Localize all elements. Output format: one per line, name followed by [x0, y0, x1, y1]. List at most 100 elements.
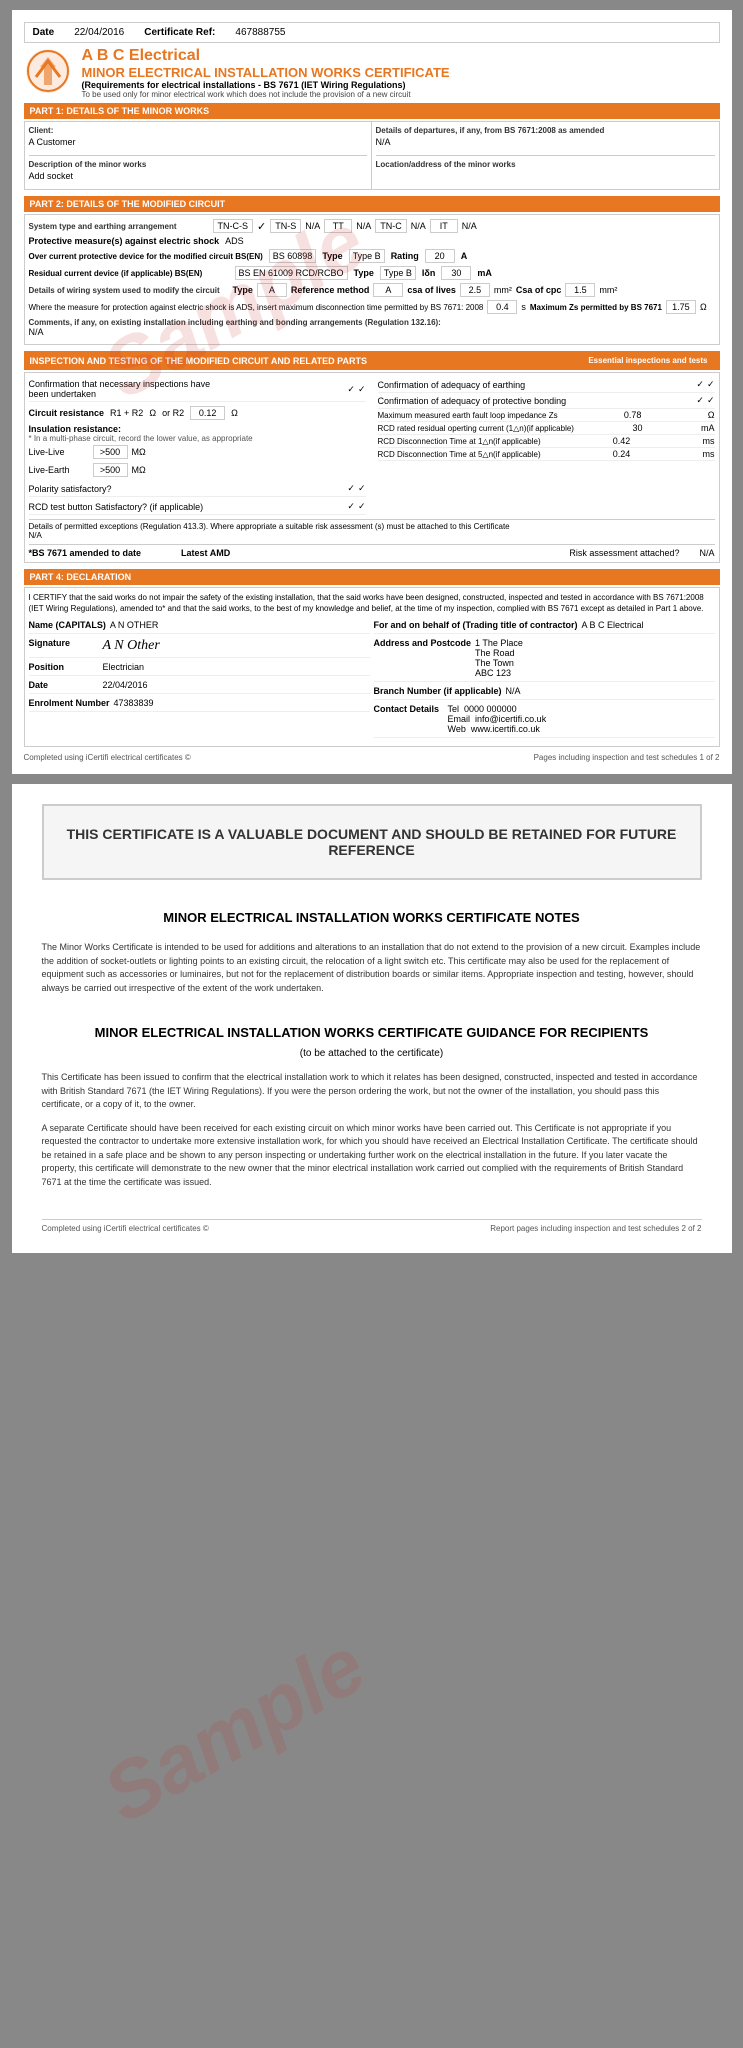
- rcd-time2-value: 0.24: [613, 449, 631, 459]
- confirmed-v2: ✓: [358, 384, 366, 395]
- bs7671-label: *BS 7671 amended to date: [29, 548, 142, 558]
- wiring-ref-val: A: [373, 283, 403, 297]
- inspection-grid: Confirmation that necessary inspections …: [29, 377, 715, 515]
- overcurrent-ref: BS 60898: [269, 249, 317, 263]
- max-earth-unit: Ω: [708, 410, 715, 420]
- protective-label: Protective measure(s) against electric s…: [29, 236, 220, 246]
- wiring-row: Details of wiring system used to modify …: [29, 283, 715, 297]
- tel-label: Tel: [448, 704, 460, 714]
- max-earth-row: Maximum measured earth fault loop impeda…: [378, 409, 715, 422]
- rcd-row: Residual current device (if applicable) …: [29, 266, 715, 280]
- address-row: Address and Postcode 1 The Place The Roa…: [374, 638, 715, 682]
- rcd-rated-value: 30: [632, 423, 642, 433]
- oc-rating-value: 20: [425, 249, 455, 263]
- details-note: Details of permitted exceptions (Regulat…: [29, 522, 510, 531]
- company-name: A B C Electrical: [82, 47, 450, 65]
- oc-unit: A: [461, 251, 468, 261]
- valuable-title: THIS CERTIFICATE IS A VALUABLE DOCUMENT …: [64, 826, 680, 858]
- company-header: A B C Electrical MINOR ELECTRICAL INSTAL…: [24, 47, 720, 99]
- guidance-text2: A separate Certificate should have been …: [42, 1122, 702, 1190]
- signatories-grid: Name (CAPITALS) A N OTHER Signature A N …: [29, 620, 715, 742]
- confirmed-v1: ✓: [347, 384, 355, 395]
- sig-date-value: 22/04/2016: [103, 680, 148, 690]
- polarity-label: Polarity satisfactory?: [29, 484, 112, 494]
- enrolment-label: Enrolment Number: [29, 698, 110, 708]
- r1r2-unit: Ω: [149, 408, 156, 418]
- part2-header: PART 2: DETAILS OF THE MODIFIED CIRCUIT: [24, 196, 720, 212]
- departures-value: N/A: [376, 135, 715, 151]
- wiring-cpc-val: 1.5: [565, 283, 595, 297]
- company-text: A B C Electrical MINOR ELECTRICAL INSTAL…: [82, 47, 450, 99]
- page2-footer-right: Report pages including inspection and te…: [490, 1224, 701, 1233]
- sig-date-label: Date: [29, 680, 99, 690]
- bonding-v2: ✓: [707, 395, 715, 406]
- resistance-row: Circuit resistance R1 + R2 Ω or R2 0.12 …: [29, 406, 366, 420]
- rcd-type-value: Type B: [380, 266, 416, 280]
- pol-v2: ✓: [358, 483, 366, 494]
- divider1: [29, 155, 367, 156]
- wiring-label: Details of wiring system used to modify …: [29, 286, 229, 295]
- orR2-label: or R2: [162, 408, 184, 418]
- system-it: IT: [430, 219, 458, 233]
- rcd-time1-row: RCD Disconnection Time at 1△n(if applica…: [378, 435, 715, 448]
- rcd-rated-row: RCD rated residual operting current (1△n…: [378, 422, 715, 435]
- rcd-type-label: Type: [354, 268, 374, 278]
- header-row: Date 22/04/2016 Certificate Ref: 4678887…: [24, 22, 720, 43]
- minor-note: To be used only for minor electrical wor…: [82, 90, 450, 99]
- contact-row: Contact Details Tel 0000 000000 Email in…: [374, 704, 715, 738]
- address-label: Address and Postcode: [374, 638, 472, 648]
- for-label: For and on behalf of (Trading title of c…: [374, 620, 578, 630]
- email-value: info@icertifi.co.uk: [475, 714, 546, 724]
- part3-header-row: INSPECTION AND TESTING OF THE MODIFIED C…: [24, 351, 720, 370]
- sig-left: Name (CAPITALS) A N OTHER Signature A N …: [29, 620, 370, 742]
- client-label: Client:: [29, 126, 367, 135]
- rcd-rated-label: RCD rated residual operting current (1△n…: [378, 424, 574, 433]
- page1-footer: Completed using iCertifi electrical cert…: [24, 753, 720, 762]
- wiring-csa-unit: mm²: [494, 285, 512, 295]
- risk-value: N/A: [699, 548, 714, 558]
- insulation-block: Insulation resistance: * In a multi-phas…: [29, 422, 366, 481]
- cert-title: MINOR ELECTRICAL INSTALLATION WORKS CERT…: [82, 65, 450, 80]
- sig-signature-row: Signature A N Other: [29, 638, 370, 658]
- live-live-unit: MΩ: [132, 447, 146, 457]
- company-logo: [24, 47, 72, 95]
- confirmed-checks: ✓ ✓: [347, 384, 365, 395]
- polarity-rcd-block: Polarity satisfactory? ✓ ✓ RCD test butt…: [29, 481, 366, 515]
- bonding-row: Confirmation of adequacy of protective b…: [378, 393, 715, 409]
- part1-left: Client: A Customer Description of the mi…: [25, 122, 372, 189]
- circuit-resistance: Circuit resistance R1 + R2 Ω or R2 0.12 …: [29, 406, 366, 422]
- tel-value: 0000 000000: [464, 704, 517, 714]
- r1r2-label: R1 + R2: [110, 408, 143, 418]
- confirmed-label: Confirmation that necessary inspections …: [29, 379, 229, 399]
- tncs-check: ✓: [257, 220, 266, 233]
- part3-header-text: INSPECTION AND TESTING OF THE MODIFIED C…: [30, 356, 368, 366]
- enrolment-value: 47383839: [114, 698, 154, 708]
- description-value: Add socket: [29, 169, 367, 185]
- rcd-test-checks: ✓ ✓: [347, 501, 365, 512]
- essential-badge: Essential inspections and tests: [582, 354, 713, 367]
- protection-max-unit: Ω: [700, 302, 707, 312]
- wiring-type-lbl: Type: [233, 285, 253, 295]
- rcd-idan-label: Iδn: [422, 268, 435, 278]
- date-ref: Date 22/04/2016 Certificate Ref: 4678887…: [33, 27, 286, 38]
- description-label: Description of the minor works: [29, 160, 367, 169]
- page-1: Date 22/04/2016 Certificate Ref: 4678887…: [12, 10, 732, 774]
- live-earth-value: >500: [93, 463, 128, 477]
- latest-amd-label: Latest AMD: [181, 548, 230, 558]
- position-value: Electrician: [103, 662, 145, 672]
- cert-ref-label: Certificate Ref:: [144, 27, 215, 38]
- tnc-na: N/A: [411, 221, 426, 231]
- sig-name-row: Name (CAPITALS) A N OTHER: [29, 620, 370, 634]
- rcd-time2-unit: ms: [702, 449, 714, 459]
- circ-res-label: Circuit resistance: [29, 408, 105, 418]
- signature-value: A N Other: [103, 638, 160, 654]
- bonding-v1: ✓: [696, 395, 704, 406]
- guidance-title: MINOR ELECTRICAL INSTALLATION WORKS CERT…: [42, 1025, 702, 1040]
- divider2: [376, 155, 715, 156]
- earthing-row: Confirmation of adequacy of earthing ✓ ✓: [378, 377, 715, 393]
- sig-enrolment-row: Enrolment Number 47383839: [29, 698, 370, 712]
- rcd-time1-unit: ms: [702, 436, 714, 446]
- part1-header: PART 1: DETAILS OF THE MINOR WORKS: [24, 103, 720, 119]
- system-tns: TN-S: [270, 219, 301, 233]
- rcd-test-v2: ✓: [358, 501, 366, 512]
